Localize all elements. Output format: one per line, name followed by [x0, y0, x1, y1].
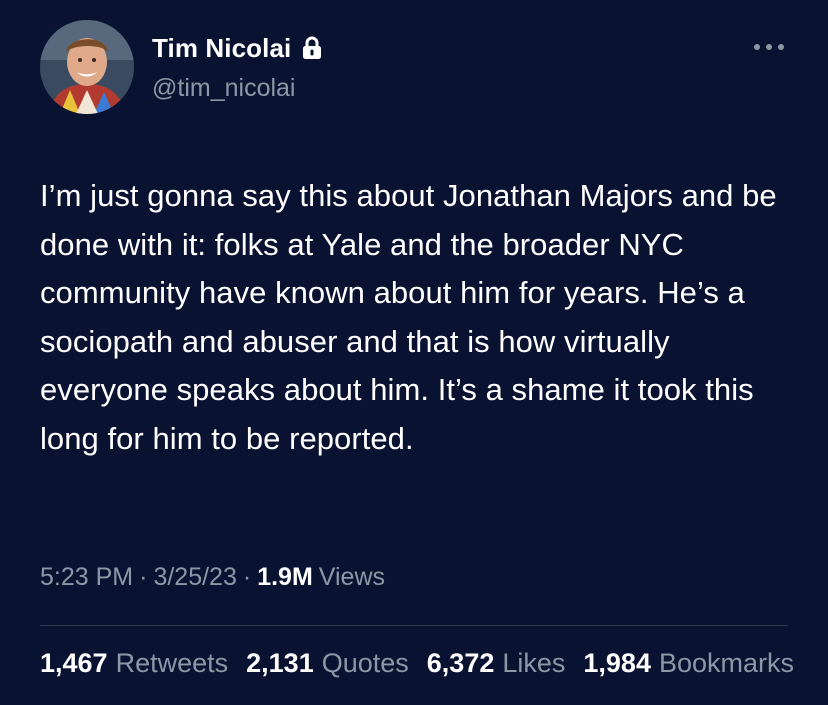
- likes-stat[interactable]: 6,372 Likes: [427, 648, 566, 679]
- bookmarks-stat[interactable]: 1,984 Bookmarks: [583, 648, 794, 679]
- avatar-photo: [40, 20, 134, 114]
- tweet-time[interactable]: 5:23 PM: [40, 563, 133, 592]
- bookmarks-label: Bookmarks: [658, 648, 795, 678]
- meta-separator: ·: [242, 563, 252, 591]
- quotes-label: Quotes: [321, 648, 409, 678]
- avatar[interactable]: [40, 20, 134, 114]
- views-label[interactable]: Views: [319, 563, 385, 592]
- author-handle[interactable]: @tim_nicolai: [152, 74, 295, 103]
- retweets-stat[interactable]: 1,467 Retweets: [40, 648, 228, 679]
- tweet-card: Tim Nicolai @tim_nicolai I’m just gonna …: [0, 0, 828, 705]
- bookmarks-count: 1,984: [583, 648, 651, 678]
- lock-icon: [301, 36, 323, 60]
- engagement-stats: 1,467 Retweets 2,131 Quotes 6,372 Likes …: [40, 648, 828, 679]
- author-name-row: Tim Nicolai: [152, 30, 323, 66]
- views-count[interactable]: 1.9M: [257, 563, 313, 592]
- likes-count: 6,372: [426, 648, 495, 678]
- quotes-stat[interactable]: 2,131 Quotes: [246, 648, 409, 679]
- tweet-meta: 5:23 PM · 3/25/23 · 1.9M Views: [40, 563, 385, 592]
- more-horizontal-icon[interactable]: [752, 40, 786, 52]
- tweet-date[interactable]: 3/25/23: [153, 563, 236, 592]
- likes-label: Likes: [502, 648, 566, 678]
- divider: [40, 625, 788, 626]
- display-name[interactable]: Tim Nicolai: [152, 33, 291, 64]
- retweets-label: Retweets: [115, 648, 229, 678]
- quotes-count: 2,131: [246, 648, 314, 678]
- meta-separator: ·: [139, 563, 148, 591]
- tweet-text: I’m just gonna say this about Jonathan M…: [40, 178, 777, 456]
- retweets-count: 1,467: [40, 648, 108, 678]
